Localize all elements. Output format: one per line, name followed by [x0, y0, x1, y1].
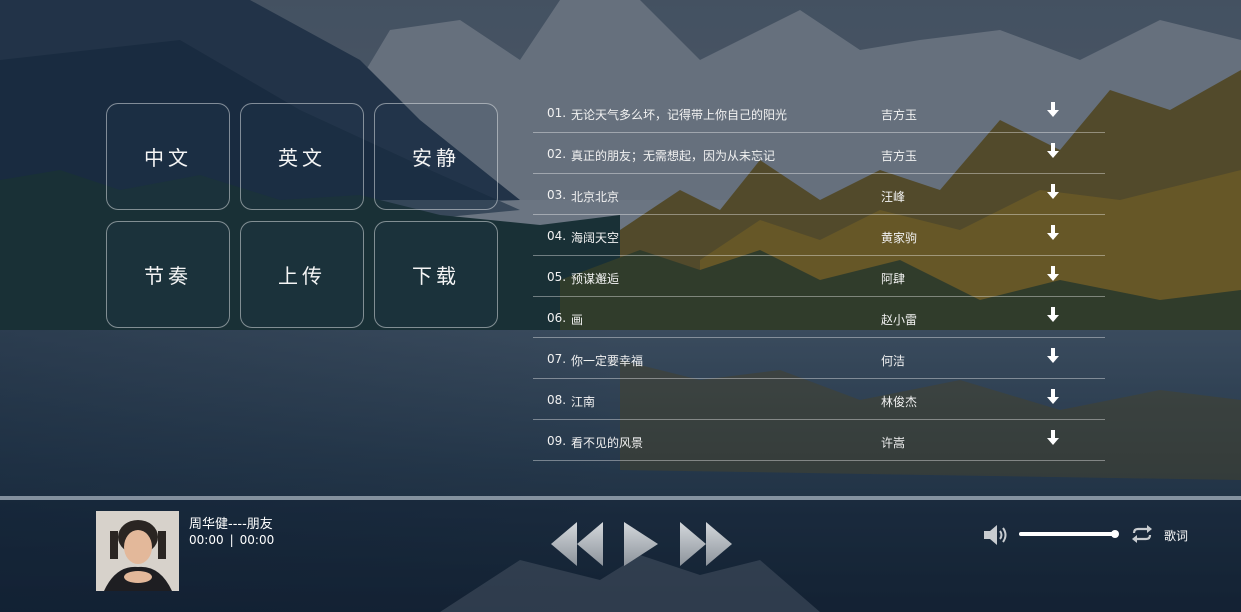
download-arrow-icon[interactable]: [1045, 429, 1061, 447]
download-arrow-icon[interactable]: [1045, 306, 1061, 324]
previous-track-icon[interactable]: [549, 520, 605, 568]
category-rhythm-button[interactable]: 节奏: [106, 221, 230, 328]
category-quiet-button[interactable]: 安静: [374, 103, 498, 210]
song-number: 04.: [547, 229, 567, 243]
category-grid: 中文 英文 安静 节奏 上传 下载: [106, 103, 499, 329]
download-category-button[interactable]: 下载: [374, 221, 498, 328]
song-row[interactable]: 02. 真正的朋友；无需想起，因为从未忘记 吉方玉: [533, 133, 1105, 174]
player-bar: [0, 500, 1241, 612]
song-artist: 吉方玉: [881, 149, 918, 163]
song-row[interactable]: 09. 看不见的风景 许嵩: [533, 420, 1105, 461]
song-artist: 许嵩: [881, 436, 906, 450]
song-title[interactable]: 真正的朋友；无需想起，因为从未忘记: [571, 147, 775, 164]
download-arrow-icon[interactable]: [1045, 101, 1061, 119]
now-playing-title: 周华健----朋友: [189, 517, 273, 532]
song-number: 01.: [547, 106, 567, 120]
download-arrow-icon[interactable]: [1045, 347, 1061, 365]
repeat-icon[interactable]: [1130, 524, 1154, 544]
song-artist: 吉方玉: [881, 108, 918, 122]
song-title[interactable]: 无论天气多么坏，记得带上你自己的阳光: [571, 106, 787, 123]
song-row[interactable]: 07. 你一定要幸福 何洁: [533, 338, 1105, 379]
song-number: 06.: [547, 311, 567, 325]
lyrics-button[interactable]: 歌词: [1164, 527, 1188, 544]
speaker-icon[interactable]: [983, 524, 1010, 546]
song-row[interactable]: 04. 海阔天空 黄家驹: [533, 215, 1105, 256]
song-artist: 黄家驹: [881, 231, 918, 245]
song-title[interactable]: 你一定要幸福: [571, 352, 643, 369]
category-english-button[interactable]: 英文: [240, 103, 364, 210]
volume-slider[interactable]: [1019, 530, 1120, 538]
song-number: 07.: [547, 352, 567, 366]
song-number: 03.: [547, 188, 567, 202]
volume-knob[interactable]: [1111, 530, 1120, 538]
song-artist: 阿肆: [881, 272, 906, 286]
play-icon[interactable]: [622, 520, 660, 568]
song-title[interactable]: 看不见的风景: [571, 434, 643, 451]
song-artist: 赵小雷: [881, 313, 918, 327]
download-arrow-icon[interactable]: [1045, 265, 1061, 283]
song-title[interactable]: 北京北京: [571, 188, 619, 205]
song-row[interactable]: 05. 预谋邂逅 阿肆: [533, 256, 1105, 297]
song-artist: 林俊杰: [881, 395, 918, 409]
category-chinese-button[interactable]: 中文: [106, 103, 230, 210]
download-arrow-icon[interactable]: [1045, 142, 1061, 160]
upload-button[interactable]: 上传: [240, 221, 364, 328]
song-artist: 汪峰: [881, 190, 906, 204]
time-separator: |: [229, 533, 234, 547]
song-row[interactable]: 08. 江南 林俊杰: [533, 379, 1105, 420]
song-number: 09.: [547, 434, 567, 448]
song-title[interactable]: 海阔天空: [571, 229, 619, 246]
song-title[interactable]: 江南: [571, 393, 595, 410]
song-row[interactable]: 06. 画 赵小雷: [533, 297, 1105, 338]
total-duration: 00:00: [239, 533, 275, 547]
song-artist: 何洁: [881, 354, 906, 368]
download-arrow-icon[interactable]: [1045, 224, 1061, 242]
album-cover: [96, 511, 179, 591]
song-row[interactable]: 03. 北京北京 汪峰: [533, 174, 1105, 215]
current-time: 00:00: [189, 533, 224, 547]
download-arrow-icon[interactable]: [1045, 388, 1061, 406]
song-list: 01. 无论天气多么坏，记得带上你自己的阳光 吉方玉 02. 真正的朋友；无需想…: [533, 92, 1105, 461]
song-row[interactable]: 01. 无论天气多么坏，记得带上你自己的阳光 吉方玉: [533, 92, 1105, 133]
next-track-icon[interactable]: [678, 520, 734, 568]
song-number: 08.: [547, 393, 567, 407]
song-title[interactable]: 画: [571, 311, 583, 328]
song-number: 05.: [547, 270, 567, 284]
download-arrow-icon[interactable]: [1045, 183, 1061, 201]
song-number: 02.: [547, 147, 567, 161]
song-title[interactable]: 预谋邂逅: [571, 270, 619, 287]
volume-fill: [1019, 532, 1116, 536]
time-display: 00:00 | 00:00: [189, 533, 274, 547]
